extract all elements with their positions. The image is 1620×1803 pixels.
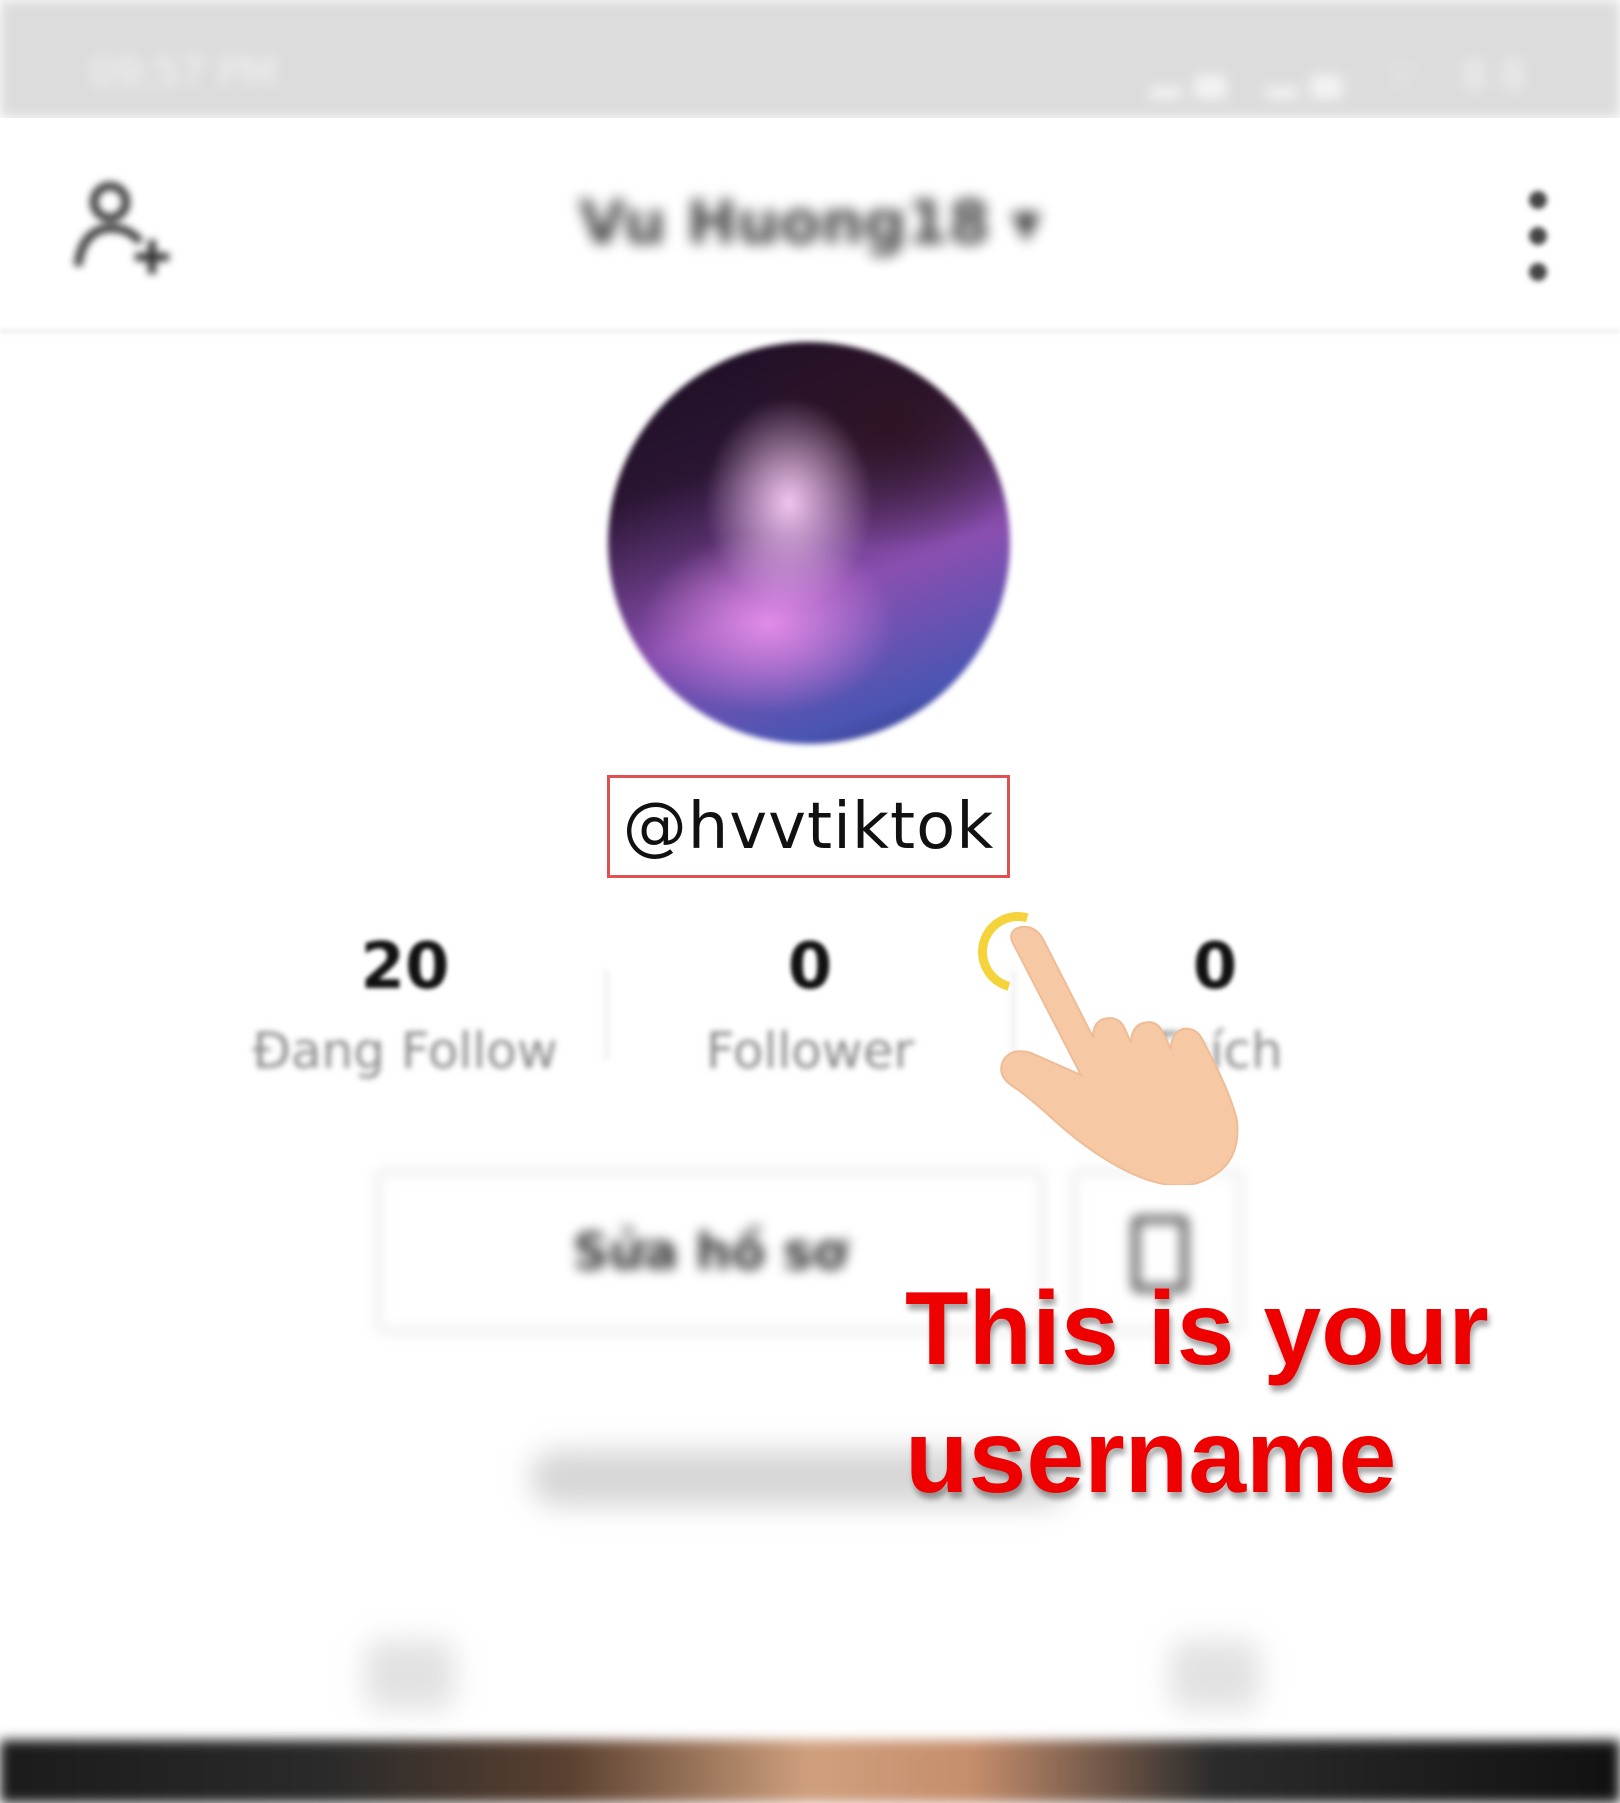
annotation-line-2: username — [905, 1399, 1397, 1515]
status-bar: 09:57 PM ▂▄ ▂▄ ⌔ 88 — [0, 0, 1620, 118]
annotation-callout: This is your username — [905, 1265, 1545, 1521]
status-icons: ▂▄ ▂▄ ⌔ 88 — [1150, 53, 1540, 99]
profile-header: Vu Huong18 ▾ — [0, 118, 1620, 333]
profile-stats: 20 Đang Follow 0 Follower 0 Thích — [0, 930, 1620, 1100]
status-time: 09:57 PM — [90, 50, 277, 96]
followers-label: Follower — [705, 1022, 915, 1080]
more-options-icon[interactable] — [1518, 186, 1558, 286]
following-count: 20 — [360, 930, 450, 1004]
hand-pointer-icon — [1000, 925, 1239, 1185]
followers-count: 0 — [787, 930, 833, 1004]
avatar[interactable] — [608, 342, 1010, 744]
videos-tab-icon[interactable] — [365, 1640, 455, 1710]
video-thumbnails-strip — [0, 1740, 1620, 1803]
account-switcher[interactable]: Vu Huong18 ▾ — [0, 188, 1620, 258]
stat-followers[interactable]: 0 Follower — [600, 930, 1020, 1080]
edit-profile-label: Sửa hồ sơ — [572, 1222, 848, 1281]
stat-following[interactable]: 20 Đang Follow — [195, 930, 615, 1080]
username: @hvvtiktok — [622, 789, 995, 864]
username-highlight: @hvvtiktok — [607, 775, 1010, 878]
following-label: Đang Follow — [252, 1022, 558, 1080]
annotation-line-1: This is your — [905, 1271, 1489, 1387]
header-divider — [0, 329, 1620, 333]
liked-tab-icon[interactable] — [1170, 1640, 1260, 1710]
